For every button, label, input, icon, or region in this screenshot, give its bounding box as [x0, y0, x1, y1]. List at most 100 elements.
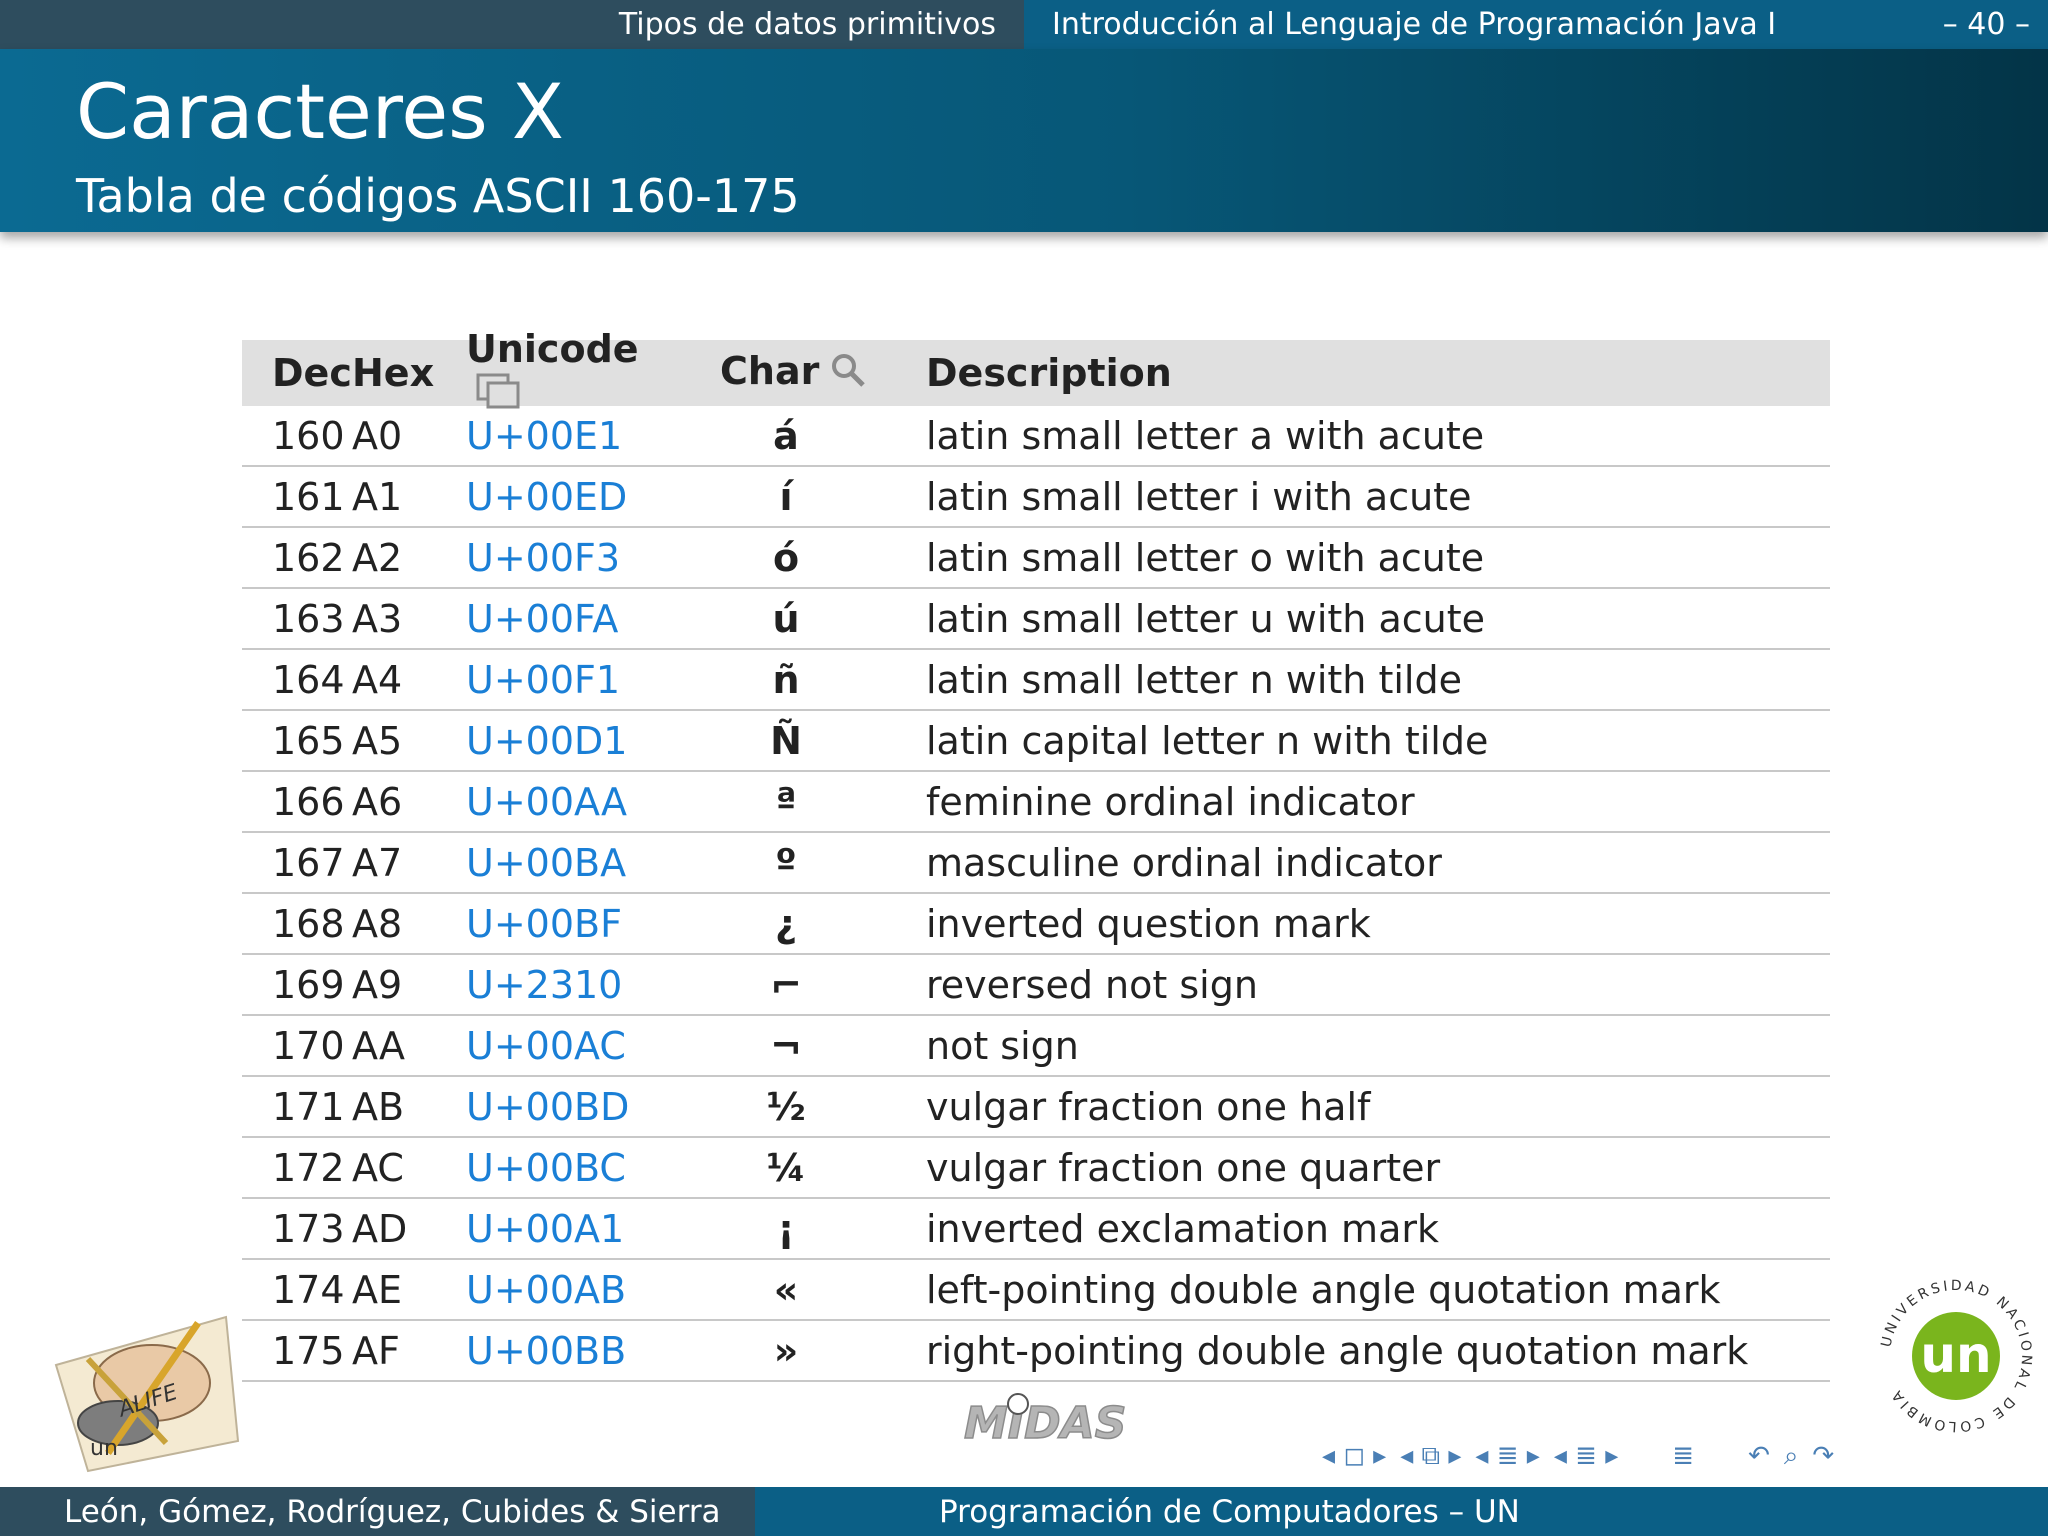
column-header-dec: Dec — [272, 351, 352, 395]
cell-unicode-link[interactable]: U+00AB — [464, 1268, 694, 1312]
cell-char: í — [779, 474, 793, 519]
table-row: 161 A1 U+00ED í latin small letter i with ac… — [242, 467, 1830, 528]
cell-unicode-link[interactable]: U+00FA — [464, 597, 694, 641]
cell-unicode-link[interactable]: U+00AA — [464, 780, 694, 824]
nav-menu-icon[interactable]: ≣ — [1672, 1441, 1694, 1471]
cell-hex: A3 — [352, 596, 403, 641]
cell-char: ¬ — [770, 1023, 802, 1068]
cell-description: masculine ordinal indicator — [926, 840, 1442, 885]
nav-frame-icon[interactable]: ◂ ◻ ▸ — [1322, 1441, 1386, 1471]
nav-section-icon[interactable]: ◂ ≣ ▸ — [1475, 1441, 1539, 1471]
slide-title: Caracteres X — [76, 67, 564, 156]
cell-dec: 161 — [272, 474, 345, 519]
alife-logo: ALIFE un — [48, 1303, 244, 1473]
cell-hex: AB — [352, 1084, 405, 1129]
cell-char: Ñ — [770, 718, 802, 763]
cell-unicode-link[interactable]: U+00BC — [464, 1146, 694, 1190]
cell-char: » — [773, 1328, 799, 1373]
cell-hex: A2 — [352, 535, 403, 580]
table-row: 171 AB U+00BD ½ vulgar fraction one half — [242, 1077, 1830, 1138]
cell-unicode-link[interactable]: U+00D1 — [464, 719, 694, 763]
cell-dec: 169 — [272, 962, 345, 1007]
table-row: 160 A0 U+00E1 á latin small letter a with ac… — [242, 406, 1830, 467]
cell-hex: AF — [352, 1328, 400, 1373]
cell-description: vulgar fraction one quarter — [926, 1145, 1441, 1190]
cell-unicode-link[interactable]: U+00BF — [464, 902, 694, 946]
cell-hex: A1 — [352, 474, 403, 519]
cell-unicode-link[interactable]: U+00BB — [464, 1329, 694, 1373]
cell-unicode-link[interactable]: U+00BD — [464, 1085, 694, 1129]
cell-unicode-link[interactable]: U+00ED — [464, 475, 694, 519]
cell-char: ó — [772, 535, 800, 580]
cell-description: latin small letter u with acute — [926, 596, 1485, 641]
nav-search-icon[interactable]: ⌕ — [1784, 1441, 1799, 1472]
column-header-char-cell: Char — [694, 349, 918, 398]
cell-dec: 164 — [272, 657, 345, 702]
un-seal-center-text: un — [1920, 1326, 1991, 1384]
cell-hex: A7 — [352, 840, 403, 885]
cell-dec: 160 — [272, 413, 345, 458]
cell-description: latin small letter o with acute — [926, 535, 1485, 580]
cell-dec: 163 — [272, 596, 345, 641]
column-header-description: Description — [926, 351, 1172, 395]
cell-dec: 165 — [272, 718, 345, 763]
cell-char: ¡ — [777, 1206, 795, 1251]
column-header-char: Char — [720, 348, 820, 393]
cell-unicode-link[interactable]: U+00F1 — [464, 658, 694, 702]
magnifier-icon[interactable] — [829, 349, 869, 398]
cell-description: right-pointing double angle quotation ma… — [926, 1328, 1749, 1373]
cell-char: ¼ — [766, 1145, 806, 1190]
midas-logo-text: MIDAS — [964, 1398, 1126, 1448]
document-title-cell: Introducción al Lenguaje de Programación… — [1024, 0, 2048, 49]
table-row: 170 AA U+00AC ¬ not sign — [242, 1016, 1830, 1077]
cell-hex: A0 — [352, 413, 403, 458]
cell-hex: AC — [352, 1145, 404, 1190]
cell-unicode-link[interactable]: U+00E1 — [464, 414, 694, 458]
cell-description: not sign — [926, 1023, 1079, 1068]
cell-unicode-link[interactable]: U+00A1 — [464, 1207, 694, 1251]
alife-logo-un: un — [90, 1436, 118, 1461]
cell-hex: A6 — [352, 779, 403, 824]
document-title: Introducción al Lenguaje de Programación… — [1052, 7, 1777, 42]
cell-char: º — [775, 840, 797, 885]
table-row: 168 A8 U+00BF ¿ inverted question mark — [242, 894, 1830, 955]
cell-unicode-link[interactable]: U+00AC — [464, 1024, 694, 1068]
slide-subtitle: Tabla de códigos ASCII 160-175 — [76, 169, 800, 223]
cell-hex: AE — [352, 1267, 403, 1312]
cell-dec: 167 — [272, 840, 345, 885]
cell-char: ú — [772, 596, 800, 641]
nav-subsection-list-icon[interactable]: ◂ ≣ ▸ — [1554, 1441, 1618, 1471]
cell-hex: A8 — [352, 901, 403, 946]
cell-unicode-link[interactable]: U+00F3 — [464, 536, 694, 580]
cell-unicode-link[interactable]: U+00BA — [464, 841, 694, 885]
table-body: 160 A0 U+00E1 á latin small letter a with ac… — [242, 406, 1830, 1382]
cell-description: reversed not sign — [926, 962, 1258, 1007]
cell-char: ⌐ — [770, 962, 802, 1007]
nav-forward-icon[interactable]: ↷ — [1812, 1441, 1834, 1471]
table-row: 163 A3 U+00FA ú latin small letter u with ac… — [242, 589, 1830, 650]
cell-hex: A9 — [352, 962, 403, 1007]
cell-hex: A5 — [352, 718, 403, 763]
cell-unicode-link[interactable]: U+2310 — [464, 963, 694, 1007]
cell-description: latin small letter a with acute — [926, 413, 1485, 458]
cell-hex: A4 — [352, 657, 403, 702]
table-row: 167 A7 U+00BA º masculine ordinal indicator — [242, 833, 1830, 894]
nav-back-icon[interactable]: ↶ — [1748, 1441, 1770, 1471]
cell-char: ñ — [772, 657, 800, 702]
cell-description: latin small letter i with acute — [926, 474, 1472, 519]
cell-char: ½ — [766, 1084, 806, 1129]
footer-bar: León, Gómez, Rodríguez, Cubides & Sierra… — [0, 1487, 2048, 1536]
copy-icon[interactable] — [476, 371, 522, 420]
cell-dec: 170 — [272, 1023, 345, 1068]
cell-dec: 166 — [272, 779, 345, 824]
nav-subsection-icon[interactable]: ◂ ⧉ ▸ — [1400, 1441, 1461, 1472]
cell-description: latin small letter n with tilde — [926, 657, 1462, 702]
table-row: 166 A6 U+00AA ª feminine ordinal indicator — [242, 772, 1830, 833]
table-row: 165 A5 U+00D1 Ñlatin capital letter n with … — [242, 711, 1830, 772]
cell-dec: 172 — [272, 1145, 345, 1190]
table-row: 162 A2 U+00F3 ó latin small letter o with ac… — [242, 528, 1830, 589]
cell-description: vulgar fraction one half — [926, 1084, 1371, 1129]
cell-description: latin capital letter n with tilde — [926, 718, 1489, 763]
un-seal-logo: UNIVERSIDAD NACIONAL DE COLOMBIA un — [1876, 1276, 2036, 1436]
title-band: Caracteres X Tabla de códigos ASCII 160-… — [0, 49, 2048, 232]
